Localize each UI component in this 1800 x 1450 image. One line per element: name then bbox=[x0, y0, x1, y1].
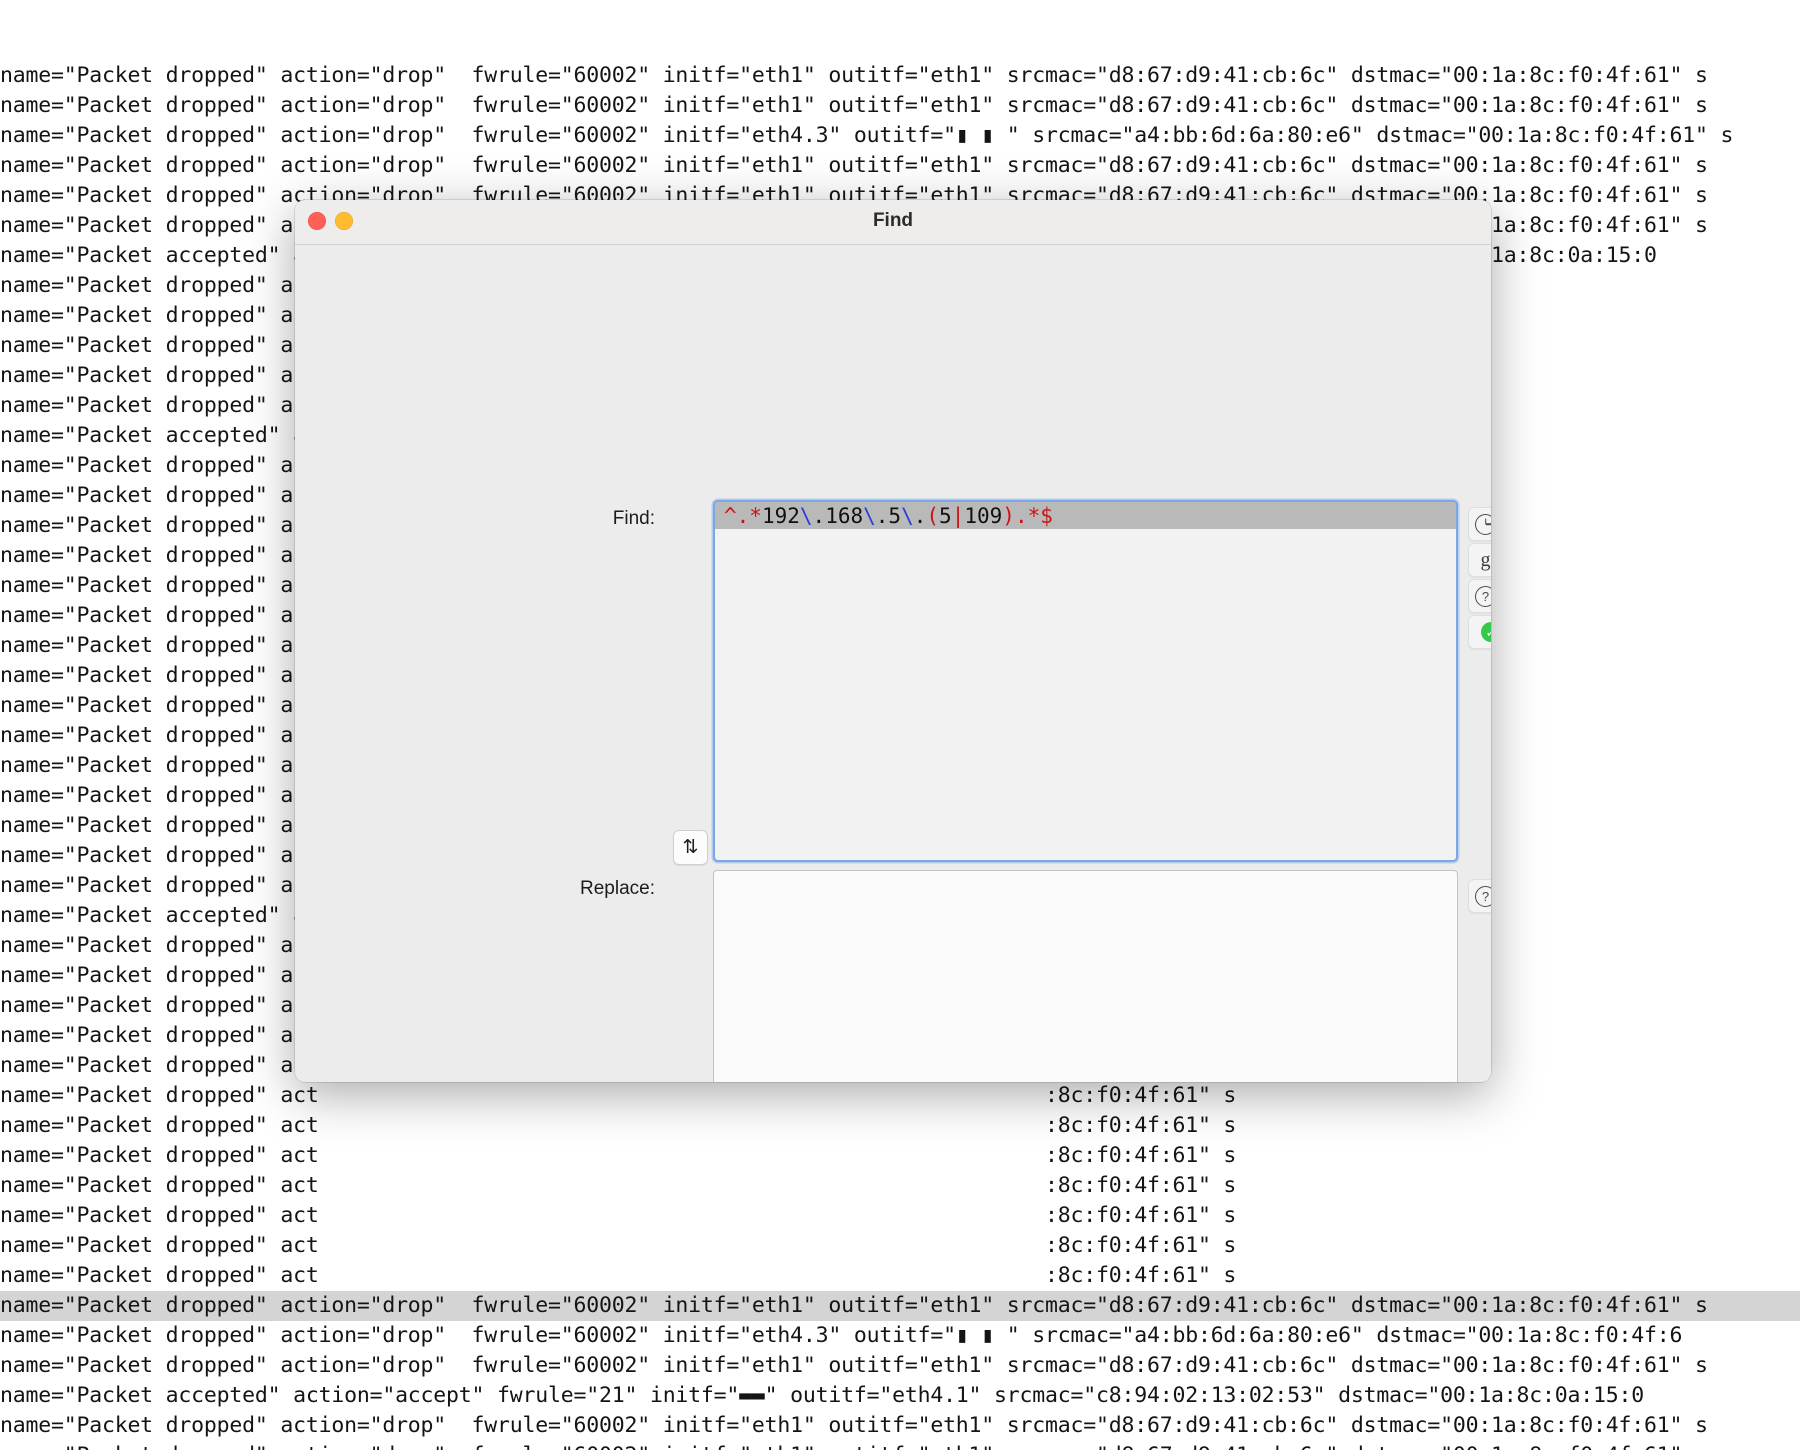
dialog-titlebar[interactable]: Find bbox=[295, 200, 1491, 245]
question-mark-icon: ? bbox=[1475, 886, 1491, 907]
regex-token: 5 bbox=[939, 504, 952, 528]
regex-token: .*$ bbox=[1015, 504, 1053, 528]
regex-token: .168 bbox=[813, 504, 864, 528]
dialog-title: Find bbox=[295, 210, 1491, 232]
regex-token: \ bbox=[863, 504, 876, 528]
regex-token: | bbox=[952, 504, 965, 528]
find-dialog[interactable]: Find Find: Replace: Matching: Search in:… bbox=[295, 200, 1491, 1082]
regex-token: . bbox=[914, 504, 927, 528]
g-icon: g bbox=[1481, 550, 1491, 570]
pattern-valid-indicator: ✓ bbox=[1468, 615, 1491, 649]
regex-token: ) bbox=[1002, 504, 1015, 528]
question-mark-icon: ? bbox=[1475, 586, 1491, 607]
log-line: name="Packet accepted" action="accept" f… bbox=[0, 1381, 1800, 1411]
regex-token: 109 bbox=[964, 504, 1002, 528]
log-line: name="Packet dropped" action="drop" fwru… bbox=[0, 91, 1800, 121]
log-line: name="Packet dropped" act :8c:f0:4f:61" … bbox=[0, 1081, 1800, 1111]
regex-token: \ bbox=[800, 504, 813, 528]
log-line: name="Packet dropped" act :8c:f0:4f:61" … bbox=[0, 1261, 1800, 1291]
checkmark-icon: ✓ bbox=[1481, 622, 1491, 642]
find-input-value[interactable]: ^.*192\.168\.5\.(5|109).*$ bbox=[715, 502, 1456, 529]
regex-token: ( bbox=[926, 504, 939, 528]
find-label: Find: bbox=[545, 508, 655, 530]
log-line: name="Packet dropped" action="drop" fwru… bbox=[0, 151, 1800, 181]
regex-token: 192 bbox=[762, 504, 800, 528]
screen: name="Packet dropped" action="drop" fwru… bbox=[0, 0, 1800, 1450]
regex-token: ^ bbox=[724, 504, 737, 528]
log-line: name="Packet dropped" action="drop" fwru… bbox=[0, 61, 1800, 91]
log-line: name="Packet dropped" action="drop" fwru… bbox=[0, 1291, 1800, 1321]
find-input[interactable]: ^.*192\.168\.5\.(5|109).*$ bbox=[713, 500, 1458, 862]
swap-find-replace-icon[interactable]: ⇅ bbox=[673, 830, 708, 865]
log-line: name="Packet dropped" act :8c:f0:4f:61" … bbox=[0, 1111, 1800, 1141]
log-line: name="Packet dropped" act :8c:f0:4f:61" … bbox=[0, 1141, 1800, 1171]
grep-help-button[interactable]: ? bbox=[1468, 579, 1491, 613]
log-line: name="Packet dropped" act :8c:f0:4f:61" … bbox=[0, 1201, 1800, 1231]
log-line: name="Packet dropped" act :8c:f0:4f:61" … bbox=[0, 1231, 1800, 1261]
replace-help-button[interactable]: ? bbox=[1468, 879, 1491, 913]
swap-arrows-icon: ⇅ bbox=[683, 836, 699, 859]
dialog-body: Find: Replace: Matching: Search in: ^.*1… bbox=[295, 245, 1491, 1082]
log-line: name="Packet dropped" action="drop" fwru… bbox=[0, 1441, 1800, 1450]
grep-patterns-button[interactable]: g bbox=[1468, 543, 1491, 577]
regex-token: .5 bbox=[876, 504, 901, 528]
log-line: name="Packet dropped" action="drop" fwru… bbox=[0, 1321, 1800, 1351]
replace-input[interactable] bbox=[713, 870, 1458, 1082]
log-line: name="Packet dropped" act :8c:f0:4f:61" … bbox=[0, 1171, 1800, 1201]
log-line: name="Packet dropped" action="drop" fwru… bbox=[0, 1411, 1800, 1441]
replace-label: Replace: bbox=[545, 878, 655, 900]
log-line: name="Packet dropped" action="drop" fwru… bbox=[0, 1351, 1800, 1381]
regex-token: \ bbox=[901, 504, 914, 528]
search-history-button[interactable] bbox=[1468, 507, 1491, 541]
clock-icon bbox=[1475, 514, 1491, 535]
regex-token: .* bbox=[737, 504, 762, 528]
log-line: name="Packet dropped" action="drop" fwru… bbox=[0, 121, 1800, 151]
